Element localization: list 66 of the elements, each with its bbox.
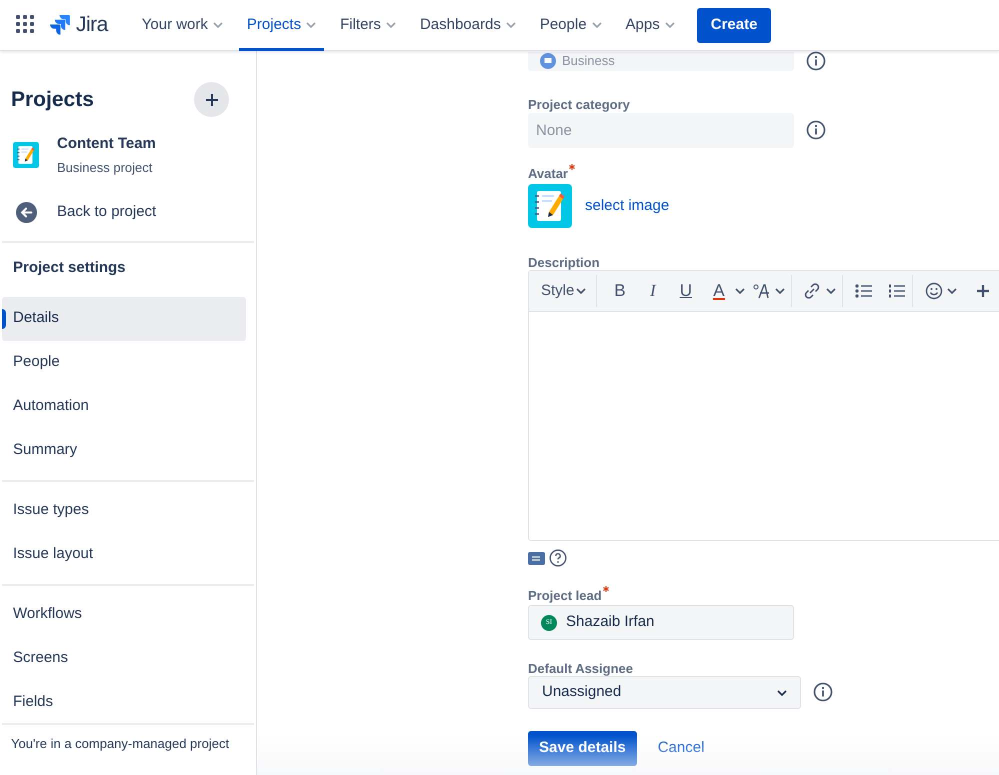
caret-icon <box>777 690 787 696</box>
caret-icon <box>306 22 316 28</box>
sidebar-item[interactable]: Issue types <box>2 488 246 532</box>
plus-icon[interactable] <box>977 285 990 297</box>
sidebar-item[interactable]: Automation <box>2 384 246 428</box>
footer-note: You're in a company-managed project <box>10 734 230 753</box>
caret-icon <box>386 22 396 28</box>
numbered-list-icon[interactable] <box>888 283 906 299</box>
assignee-select[interactable]: Unassigned <box>528 676 801 709</box>
cancel-link[interactable]: Cancel <box>658 737 704 760</box>
field-label: Description <box>528 254 600 272</box>
caret-icon <box>664 22 675 28</box>
sidebar-item[interactable]: Workflows <box>2 592 246 636</box>
project-avatar-icon <box>528 184 572 228</box>
field-label: Project category <box>528 96 630 114</box>
caret-icon <box>506 22 516 28</box>
project-avatar-icon <box>13 142 39 168</box>
sidebar-item[interactable]: Screens <box>2 636 246 680</box>
nav-menu[interactable]: People <box>532 0 610 50</box>
caret-icon <box>775 288 786 294</box>
style-dropdown[interactable]: Style <box>529 280 590 302</box>
text-color-button[interactable]: A <box>702 276 736 306</box>
create-button[interactable]: Create <box>696 8 772 42</box>
save-button[interactable]: Save details <box>528 731 637 766</box>
project-type-field: Business <box>528 52 794 70</box>
info-icon[interactable] <box>806 120 826 140</box>
add-button[interactable] <box>194 82 229 117</box>
underline-button[interactable]: U <box>669 276 702 306</box>
nav-menu[interactable]: Filters <box>332 0 404 50</box>
section-heading: Project settings <box>12 258 127 278</box>
document-icon[interactable] <box>528 552 545 564</box>
description-editor[interactable]: Style B I U A <box>528 270 999 541</box>
logo-text[interactable]: Jira <box>76 9 108 41</box>
nav-menu[interactable]: Your work <box>134 0 231 50</box>
project-name: Content Team <box>57 134 156 154</box>
sidebar-title: Projects <box>11 86 94 113</box>
field-label: Default Assignee <box>528 660 633 678</box>
field-label: Avatar <box>528 165 568 183</box>
caret-icon <box>735 288 746 294</box>
italic-button[interactable]: I <box>636 276 670 306</box>
info-icon[interactable] <box>813 682 833 702</box>
nav-menu[interactable]: Dashboards <box>412 0 524 50</box>
select-image-link[interactable]: select image <box>585 194 670 218</box>
field-label: Project lead <box>528 587 602 605</box>
logo-icon[interactable] <box>50 14 70 36</box>
sidebar-item[interactable]: Issue layout <box>2 532 246 576</box>
sidebar-item[interactable]: Fields <box>2 680 246 724</box>
sidebar-item[interactable]: People <box>2 340 246 384</box>
caret-icon <box>576 288 586 294</box>
back-link[interactable]: Back to project <box>0 201 156 224</box>
caret-icon <box>592 22 602 28</box>
bullet-list-icon[interactable] <box>855 283 874 299</box>
business-icon <box>540 53 556 69</box>
emoji-icon[interactable] <box>925 282 944 300</box>
bold-button[interactable]: B <box>603 276 636 306</box>
caret-icon <box>947 288 958 294</box>
nav-menu[interactable]: Apps <box>618 0 683 50</box>
sidebar-item[interactable]: Summary <box>2 428 246 472</box>
app-switcher-icon[interactable] <box>16 15 36 35</box>
info-icon[interactable] <box>806 51 826 71</box>
caret-icon <box>826 288 836 294</box>
plus-icon <box>204 92 218 106</box>
project-type: Business project <box>57 158 154 177</box>
sidebar-item[interactable]: Details <box>2 296 246 340</box>
caret-icon <box>212 22 223 28</box>
help-icon[interactable] <box>549 549 567 567</box>
